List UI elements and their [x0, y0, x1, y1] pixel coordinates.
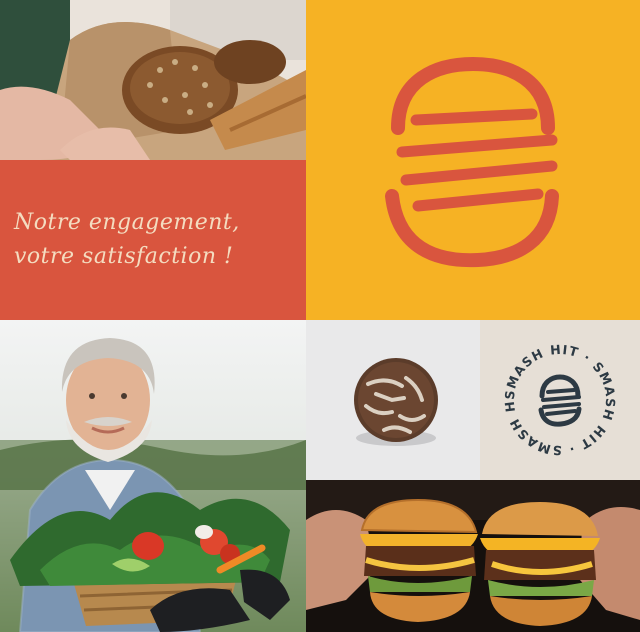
smash-hit-badge-panel: SMASH HIT · SMASH HIT · SMASH HIT · — [480, 320, 640, 480]
brand-moodboard: Notre engagement, votre satisfaction ! S… — [0, 0, 640, 632]
photo-rustic-loaf — [306, 320, 480, 480]
brand-logo-panel — [306, 0, 640, 320]
photo-farmer-with-vegetables — [0, 320, 306, 632]
slogan-line-1: Notre engagement, — [14, 210, 240, 235]
photo-bread-in-bag — [0, 0, 306, 160]
slogan-line-2: votre satisfaction ! — [14, 244, 234, 269]
slogan-panel: Notre engagement, votre satisfaction ! — [0, 160, 306, 320]
photo-smash-burgers — [306, 480, 640, 632]
